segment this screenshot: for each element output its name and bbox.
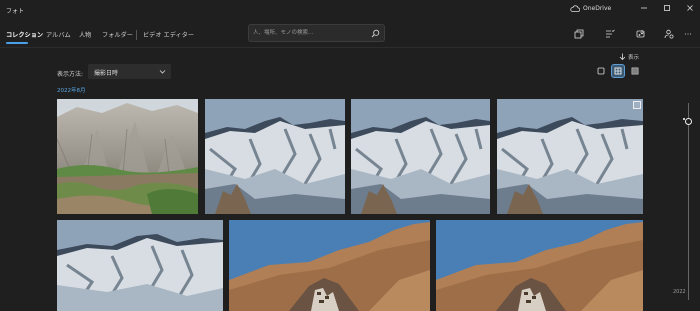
view-small-button[interactable] <box>629 65 641 77</box>
tab-video-editor[interactable]: ビデオ エディター <box>143 30 194 39</box>
close-button[interactable] <box>682 2 698 14</box>
select-multiple-icon <box>574 29 584 39</box>
timeline-scrubber-track[interactable] <box>688 103 689 300</box>
minimize-icon <box>641 7 647 9</box>
photo-thumbnail[interactable] <box>497 99 643 214</box>
onedrive-button[interactable]: OneDrive <box>570 5 611 12</box>
title-bar: フォト OneDrive <box>0 0 700 20</box>
select-checkbox[interactable] <box>633 101 641 109</box>
grid-icon <box>614 67 622 75</box>
chevron-down-icon <box>159 70 166 74</box>
view-menu-button[interactable]: 表示 <box>619 53 639 61</box>
square-icon <box>597 67 605 75</box>
search-icon <box>371 29 379 37</box>
active-tab-indicator <box>6 42 28 44</box>
view-medium-button[interactable] <box>611 64 625 78</box>
tab-albums[interactable]: アルバム <box>46 30 71 39</box>
filter-list-icon <box>606 29 615 38</box>
tab-people[interactable]: 人物 <box>79 30 91 39</box>
search-button[interactable] <box>369 27 381 39</box>
sort-label: 表示方法: <box>57 71 84 78</box>
photo-thumbnail[interactable] <box>57 220 223 311</box>
timeline-year-label: 2022 <box>673 289 686 295</box>
import-icon <box>636 30 645 38</box>
photo-thumbnail[interactable] <box>229 220 430 311</box>
tab-collection[interactable]: コレクション <box>6 30 43 39</box>
view-label: 表示 <box>628 55 640 61</box>
maximize-icon <box>664 5 670 11</box>
cloud-icon <box>570 5 580 12</box>
select-button[interactable] <box>572 27 586 41</box>
more-options-button[interactable]: ··· <box>681 27 695 41</box>
import-button[interactable] <box>634 27 648 41</box>
search-input[interactable] <box>253 27 363 39</box>
arrow-down-icon <box>619 53 626 61</box>
account-icon <box>664 29 674 39</box>
filter-button[interactable] <box>603 27 617 41</box>
photo-thumbnail[interactable] <box>205 99 345 214</box>
onedrive-label: OneDrive <box>583 5 612 12</box>
account-button[interactable] <box>662 27 676 41</box>
minimize-button[interactable] <box>636 2 652 14</box>
dense-grid-icon <box>631 67 639 75</box>
search-box <box>248 24 385 42</box>
tab-folders[interactable]: フォルダー <box>102 30 133 39</box>
sort-dropdown[interactable]: 撮影日時 <box>88 64 171 79</box>
timeline-scrubber-thumb[interactable] <box>685 118 692 125</box>
sort-value: 撮影日時 <box>94 70 119 77</box>
photo-thumbnail[interactable] <box>436 220 643 311</box>
date-group-header: 2022年8月 <box>57 88 86 94</box>
view-large-button[interactable] <box>595 65 607 77</box>
nav-separator <box>136 30 137 40</box>
header-divider <box>0 47 700 48</box>
app-title: フォト <box>6 8 25 15</box>
photo-thumbnail[interactable] <box>57 99 198 214</box>
close-icon <box>687 5 693 11</box>
maximize-button[interactable] <box>659 2 675 14</box>
photo-thumbnail[interactable] <box>351 99 490 214</box>
